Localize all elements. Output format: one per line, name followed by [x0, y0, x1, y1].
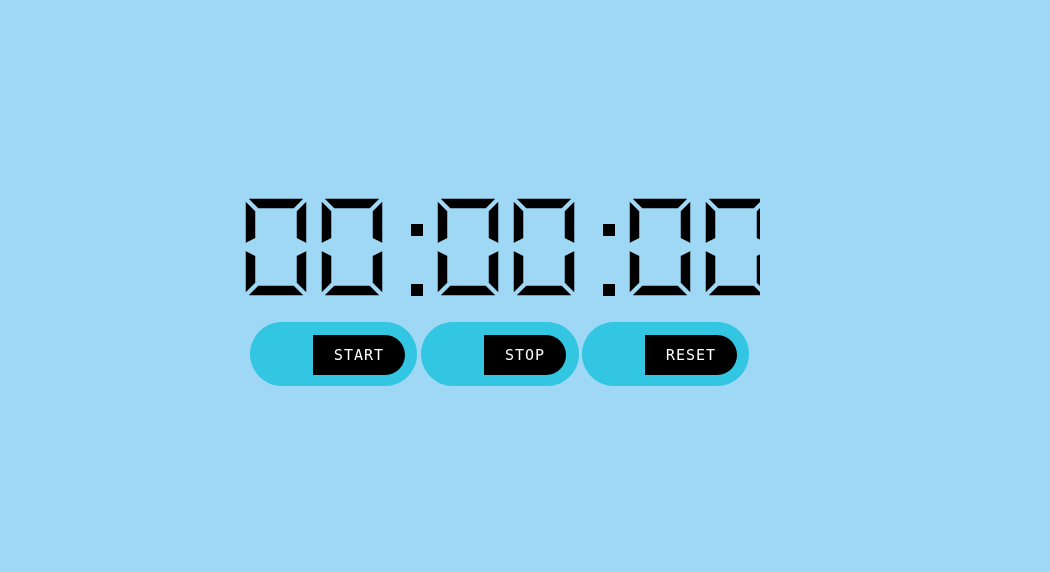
timer-digit-0 — [244, 197, 308, 297]
stop-button-label: STOP — [484, 335, 566, 375]
digit-segment — [244, 198, 257, 246]
digit-segment — [321, 197, 383, 210]
timer-digit-3 — [512, 197, 576, 297]
digit-segment — [245, 284, 307, 297]
timer-digit-1 — [320, 197, 384, 297]
digit-segment — [563, 198, 576, 246]
timer-digits — [244, 197, 760, 297]
reset-button[interactable]: RESET — [582, 322, 749, 386]
digit-segment — [487, 198, 500, 246]
digit-segment — [320, 198, 333, 246]
colon-dot — [411, 224, 423, 236]
stopwatch-app: START STOP RESET — [0, 0, 1050, 572]
digit-segment — [437, 197, 499, 210]
digit-segment — [320, 248, 333, 296]
digit-segment — [371, 248, 384, 296]
digit-segment — [295, 198, 308, 246]
digit-segment — [628, 248, 641, 296]
start-button-label: START — [313, 335, 405, 375]
timer-display — [240, 196, 760, 298]
digit-segment — [513, 197, 575, 210]
digit-segment — [704, 248, 717, 296]
timer-digit-4 — [628, 197, 692, 297]
digit-segment — [679, 198, 692, 246]
digit-segment — [679, 248, 692, 296]
digit-segment — [487, 248, 500, 296]
digit-segment — [436, 198, 449, 246]
stop-button[interactable]: STOP — [421, 322, 579, 386]
start-button[interactable]: START — [250, 322, 417, 386]
digit-segment — [513, 284, 575, 297]
digit-segment — [705, 197, 760, 210]
digit-segment — [321, 284, 383, 297]
digit-segment — [512, 198, 525, 246]
digit-segment — [704, 198, 717, 246]
reset-button-label: RESET — [645, 335, 737, 375]
digit-segment — [295, 248, 308, 296]
digit-segment — [245, 197, 307, 210]
digit-segment — [371, 198, 384, 246]
colon-dot — [411, 284, 423, 296]
timer-digit-2 — [436, 197, 500, 297]
digit-segment — [244, 248, 257, 296]
digit-segment — [563, 248, 576, 296]
digit-segment — [705, 284, 760, 297]
timer-digit-5 — [704, 197, 760, 297]
digit-segment — [437, 284, 499, 297]
digit-segment — [512, 248, 525, 296]
colon-dot — [603, 224, 615, 236]
digit-segment — [629, 197, 691, 210]
digit-segment — [628, 198, 641, 246]
digit-segment — [436, 248, 449, 296]
digit-segment — [629, 284, 691, 297]
colon-dot — [603, 284, 615, 296]
